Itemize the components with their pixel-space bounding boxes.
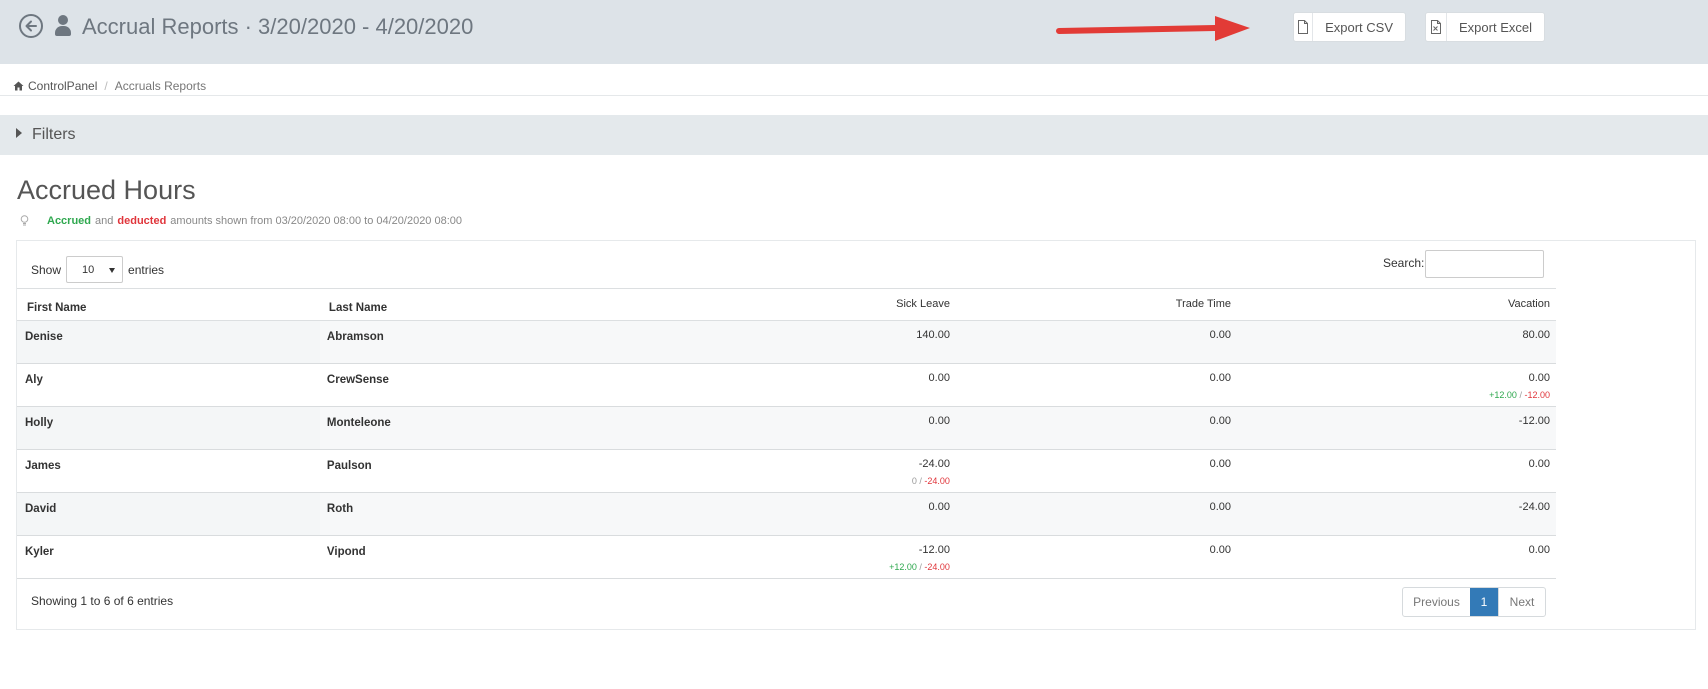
first-name-cell: Kyler xyxy=(17,535,320,579)
table-row: James Paulson -24.00 0 / -24.00 0.00 0.0… xyxy=(17,449,1556,493)
last-name-cell: Vipond xyxy=(319,535,624,579)
section-title: Accrued Hours xyxy=(17,175,196,205)
export-excel-label: Export Excel xyxy=(1459,19,1532,35)
sick-leave-breakdown: 0 / -24.00 xyxy=(623,476,950,486)
column-header-vacation[interactable]: Vacation xyxy=(1237,288,1556,321)
last-name-cell: Roth xyxy=(319,492,624,536)
entries-label: entries xyxy=(128,262,165,277)
export-csv-button[interactable]: Export CSV xyxy=(1293,12,1406,42)
vacation-cell: 0.00 xyxy=(1237,535,1556,579)
showing-entries-info: Showing 1 to 6 of 6 entries xyxy=(31,594,174,608)
legend-note: Accrued and deducted amounts shown from … xyxy=(20,215,466,227)
last-name-cell: Abramson xyxy=(319,320,624,364)
lightbulb-icon xyxy=(20,215,29,226)
page-title: Accrual Reports · 3/20/2020 - 4/20/2020 xyxy=(82,14,474,39)
filters-label: Filters xyxy=(32,126,76,143)
last-name-cell: CrewSense xyxy=(319,363,624,407)
file-icon xyxy=(1294,13,1314,41)
sick-leave-breakdown: +12.00 / -24.00 xyxy=(623,562,950,572)
vacation-cell: 0.00 xyxy=(1237,449,1556,493)
page-1-button[interactable]: 1 xyxy=(1470,588,1498,616)
trade-time-cell: 0.00 xyxy=(955,320,1237,364)
table-row: Holly Monteleone 0.00 0.00 -12.00 xyxy=(17,406,1556,450)
user-icon xyxy=(55,15,71,37)
accrued-amount: +12.00 xyxy=(1489,390,1517,400)
legend-accrued: Accrued xyxy=(47,215,92,227)
show-label: Show xyxy=(31,262,62,277)
deducted-amount: -24.00 xyxy=(924,562,950,572)
breakdown-separator: / xyxy=(1519,390,1522,400)
back-arrow-icon[interactable] xyxy=(19,14,43,38)
accrued-amount: +12.00 xyxy=(889,562,917,572)
first-name-cell: Holly xyxy=(17,406,320,450)
vacation-cell: 0.00 +12.00 / -12.00 xyxy=(1237,363,1556,407)
legend-and: and xyxy=(95,215,114,227)
breadcrumb: ControlPanel / Accruals Reports xyxy=(13,79,206,93)
divider xyxy=(0,95,1708,96)
column-header-trade-time[interactable]: Trade Time xyxy=(955,288,1237,321)
accruals-table: First Name Last Name Sick Leave Trade Ti… xyxy=(17,288,1556,579)
first-name-cell: David xyxy=(17,492,320,536)
table-row: Denise Abramson 140.00 0.00 80.00 xyxy=(17,320,1556,364)
sick-leave-balance: -24.00 xyxy=(918,458,950,470)
table-row: Aly CrewSense 0.00 0.00 0.00 +12.00 / -1… xyxy=(17,363,1556,407)
legend-deducted: deducted xyxy=(117,215,167,227)
sick-leave-balance: -12.00 xyxy=(918,544,950,556)
column-header-last-name[interactable]: Last Name xyxy=(319,288,624,321)
vacation-cell: -24.00 xyxy=(1237,492,1556,536)
previous-page-button[interactable]: Previous xyxy=(1403,588,1470,616)
page-size-control: Show 10 entries xyxy=(31,256,164,283)
pagination: Previous 1 Next xyxy=(1402,587,1546,617)
export-excel-button[interactable]: Export Excel xyxy=(1425,12,1545,42)
breadcrumb-home-link[interactable]: ControlPanel xyxy=(28,79,97,93)
dropdown-arrow-icon xyxy=(109,268,116,273)
next-page-button[interactable]: Next xyxy=(1498,588,1545,616)
accrued-amount: 0 xyxy=(911,476,917,486)
page-header: Accrual Reports · 3/20/2020 - 4/20/2020 … xyxy=(0,0,1708,64)
trade-time-cell: 0.00 xyxy=(955,492,1237,536)
sick-leave-cell: 0.00 xyxy=(623,363,956,407)
sick-leave-cell: -12.00 +12.00 / -24.00 xyxy=(623,535,956,579)
last-name-cell: Monteleone xyxy=(319,406,624,450)
breakdown-separator: / xyxy=(919,562,922,572)
first-name-cell: Aly xyxy=(17,363,320,407)
vacation-cell: -12.00 xyxy=(1237,406,1556,450)
sick-leave-cell: -24.00 0 / -24.00 xyxy=(623,449,956,493)
trade-time-cell: 0.00 xyxy=(955,535,1237,579)
column-header-sick-leave[interactable]: Sick Leave xyxy=(623,288,956,321)
vacation-cell: 80.00 xyxy=(1237,320,1556,364)
breakdown-separator: / xyxy=(919,476,922,486)
trade-time-cell: 0.00 xyxy=(955,449,1237,493)
table-row: David Roth 0.00 0.00 -24.00 xyxy=(17,492,1556,536)
sick-leave-cell: 0.00 xyxy=(623,492,956,536)
last-name-cell: Paulson xyxy=(319,449,624,493)
excel-file-icon xyxy=(1426,13,1448,41)
home-icon xyxy=(13,81,24,91)
breadcrumb-separator: / xyxy=(104,79,108,93)
annotation-arrow-icon xyxy=(1056,16,1250,41)
search-label: Search: xyxy=(1383,256,1425,270)
page-size-value: 10 xyxy=(82,264,95,276)
sick-leave-cell: 0.00 xyxy=(623,406,956,450)
vacation-balance: 0.00 xyxy=(1528,372,1550,384)
vacation-breakdown: +12.00 / -12.00 xyxy=(1237,390,1550,400)
sick-leave-cell: 140.00 xyxy=(623,320,956,364)
first-name-cell: Denise xyxy=(17,320,320,364)
trade-time-cell: 0.00 xyxy=(955,363,1237,407)
table-header-row: First Name Last Name Sick Leave Trade Ti… xyxy=(17,288,1556,321)
breadcrumb-current: Accruals Reports xyxy=(114,79,207,93)
deducted-amount: -24.00 xyxy=(924,476,950,486)
column-header-first-name[interactable]: First Name xyxy=(17,288,320,321)
caret-right-icon xyxy=(16,128,22,138)
filters-toggle[interactable]: Filters xyxy=(0,115,1708,155)
deducted-amount: -12.00 xyxy=(1524,390,1550,400)
legend-rest: amounts shown from 03/20/2020 08:00 to 0… xyxy=(170,215,463,227)
page-size-select[interactable]: 10 xyxy=(66,256,124,283)
table-row: Kyler Vipond -12.00 +12.00 / -24.00 0.00… xyxy=(17,535,1556,579)
trade-time-cell: 0.00 xyxy=(955,406,1237,450)
first-name-cell: James xyxy=(17,449,320,493)
search-input[interactable] xyxy=(1425,250,1544,278)
export-csv-label: Export CSV xyxy=(1325,19,1393,35)
